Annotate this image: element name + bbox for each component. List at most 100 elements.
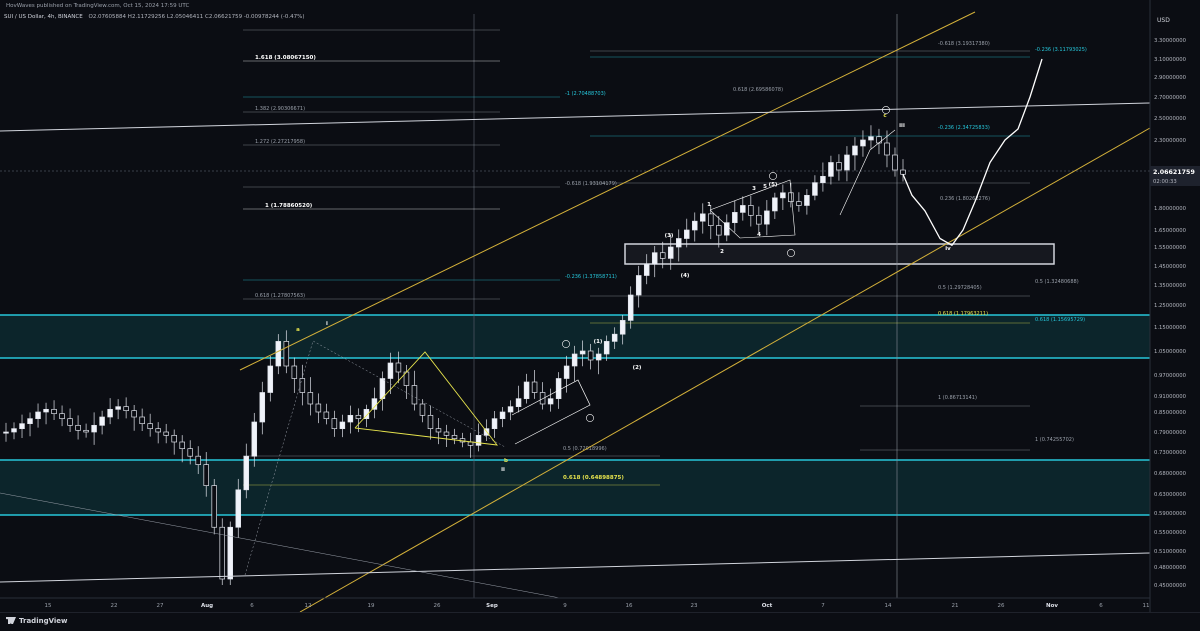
wave-label-2: b: [504, 458, 508, 464]
price-tick-12: 1.25000000: [1154, 303, 1187, 309]
candle: [828, 155, 834, 185]
candle: [259, 381, 266, 435]
candle-body: [163, 431, 169, 436]
candle-body: [283, 341, 290, 367]
candle: [451, 428, 458, 445]
candle-body: [195, 455, 201, 465]
candle: [764, 200, 770, 236]
candle-body: [59, 413, 65, 420]
candle-body: [91, 424, 97, 433]
wave-label-9: 3: [752, 186, 756, 192]
channel-lower: [299, 127, 1151, 612]
candle-body: [371, 398, 378, 410]
price-tick-24: 0.51000000: [1154, 549, 1187, 555]
price-tick-21: 0.63000000: [1154, 492, 1187, 498]
price-tick-2: 2.90000000: [1154, 75, 1187, 81]
wave-label-7: 1: [707, 202, 711, 208]
candle: [483, 419, 490, 441]
fib-label-14: 0.5 (1.32480688): [1035, 279, 1079, 285]
candle-body: [27, 418, 33, 425]
time-tick-15: 21: [952, 603, 959, 609]
time-tick-11: 23: [691, 603, 698, 609]
candle-body: [716, 225, 722, 236]
candle: [91, 412, 97, 445]
price-tick-3: 2.70000000: [1154, 95, 1187, 101]
fib-label-11: -0.236 (2.34725833): [938, 125, 990, 131]
fib-label-20: 0.618 (0.64898875): [563, 475, 624, 481]
wave-label-4: c: [883, 113, 886, 119]
price-countdown: 02:00:33: [1153, 179, 1177, 185]
candle: [371, 387, 378, 419]
candle-body: [659, 252, 666, 259]
candle-body: [675, 238, 682, 248]
price-tick-18: 0.79000000: [1154, 430, 1187, 436]
candle-body: [259, 392, 266, 423]
price-tick-26: 0.45000000: [1154, 583, 1187, 589]
candle-body: [3, 431, 9, 434]
candle-body: [595, 353, 602, 361]
candle: [852, 137, 858, 171]
price-tick-20: 0.68000000: [1154, 471, 1187, 477]
candle-body: [123, 406, 129, 412]
candle: [732, 200, 738, 233]
fib-label-19: 0.5 (0.72018996): [563, 446, 607, 452]
time-tick-18: 6: [1099, 603, 1103, 609]
candle: [107, 398, 113, 425]
candle-body: [307, 392, 314, 405]
candle-body: [35, 411, 41, 420]
candle: [772, 192, 778, 220]
wave-label-5: iii: [899, 123, 905, 129]
candle: [411, 370, 418, 411]
candle: [147, 413, 153, 437]
time-tick-14: 14: [885, 603, 892, 609]
upper-zone: [0, 315, 1150, 358]
candle: [219, 518, 225, 585]
time-tick-2: 27: [157, 603, 164, 609]
candle: [67, 408, 73, 433]
candle: [131, 404, 137, 431]
candle-body: [627, 294, 634, 321]
fib-label-9: -0.618 (3.19317380): [938, 41, 990, 47]
candle-body: [828, 162, 834, 177]
candle-body: [187, 448, 193, 457]
candle-body: [852, 145, 858, 156]
candle-body: [892, 154, 898, 171]
candle: [748, 195, 754, 227]
price-chart[interactable]: 1.618 (3.08067150) 1.382 (2.90306671) 1.27…: [0, 0, 1200, 612]
candle: [756, 206, 762, 233]
price-tick-17: 0.85000000: [1154, 410, 1187, 416]
candle-body: [700, 213, 706, 222]
candle-body: [876, 136, 882, 144]
candle-body: [635, 275, 642, 296]
candle-body: [419, 403, 426, 416]
price-axis[interactable]: USD 3.30000000 3.10000000 2.90000000 2.70000…: [1149, 0, 1200, 612]
time-tick-10: 16: [626, 603, 633, 609]
candle-body: [796, 201, 802, 206]
candle: [347, 405, 354, 434]
wave-label-10: 4: [757, 232, 761, 238]
candle: [475, 423, 482, 452]
price-tick-1: 3.10000000: [1154, 57, 1187, 63]
candle: [515, 385, 522, 413]
price-tick-14: 1.05000000: [1154, 349, 1187, 355]
candle-body: [667, 246, 674, 259]
price-tick-0: 3.30000000: [1154, 38, 1187, 44]
candle: [43, 402, 49, 425]
candle-body: [708, 213, 714, 226]
candle: [179, 435, 185, 463]
candle: [539, 382, 546, 410]
candle: [684, 218, 690, 248]
candle-body: [531, 381, 538, 393]
fib-label-12: 0.236 (1.80262276): [940, 196, 990, 202]
trend-lower-white: [0, 552, 1151, 583]
time-axis[interactable]: 15 22 27 Aug 6 12 19 26 Sep 9 16 23 Oct 7 14 21 26 Nov 6 11: [0, 597, 1150, 609]
candle: [796, 192, 802, 212]
candle-body: [99, 416, 105, 426]
fib-label-15: 0.618 (1.17963211): [938, 311, 988, 317]
candle-body: [211, 485, 217, 528]
candle-body: [467, 441, 474, 446]
time-tick-16: 26: [998, 603, 1005, 609]
price-tick-19: 0.73000000: [1154, 450, 1187, 456]
time-tick-12: Oct: [762, 603, 773, 609]
candle-body: [299, 378, 306, 393]
